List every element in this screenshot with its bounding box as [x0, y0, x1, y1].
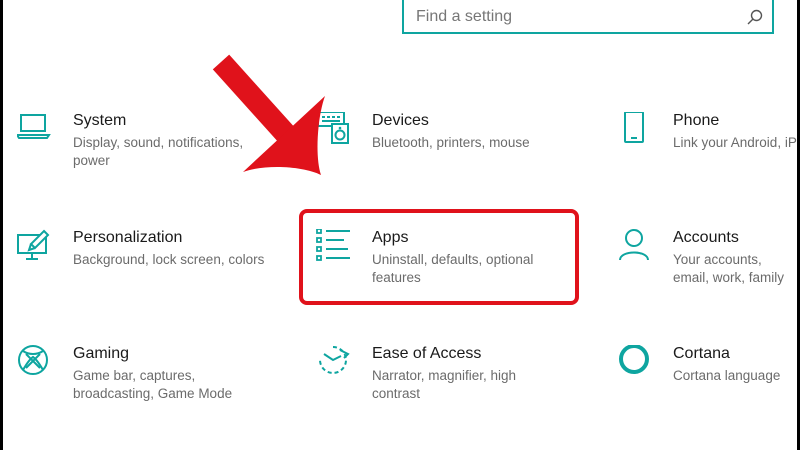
- red-arrow-annotation: [212, 54, 325, 175]
- settings-window: Find a setting System Display, sound, no…: [3, 0, 797, 450]
